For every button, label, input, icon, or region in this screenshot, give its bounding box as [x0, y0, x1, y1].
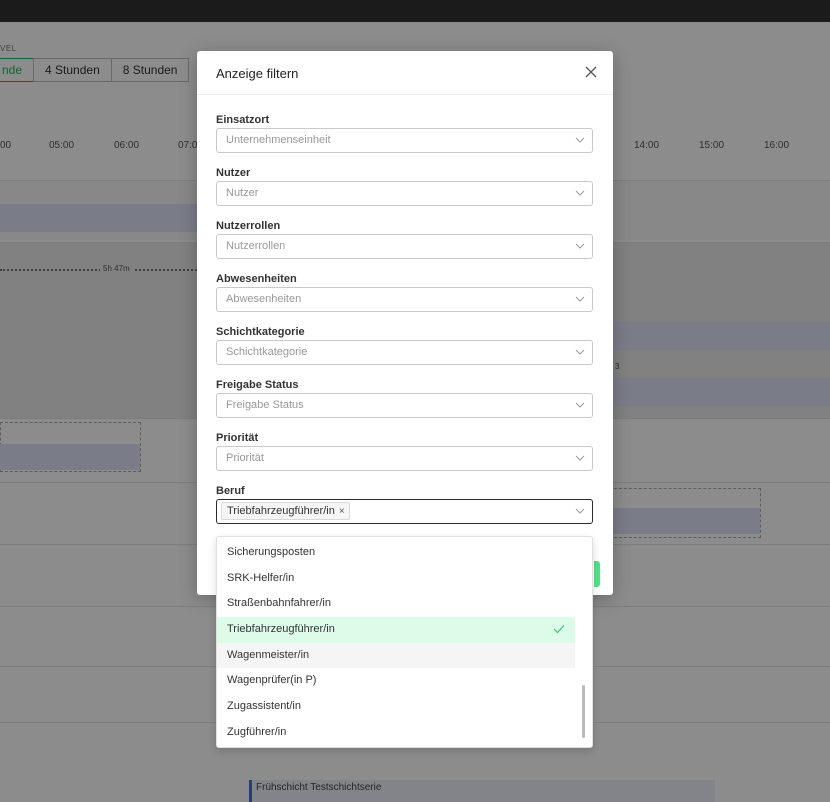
select-placeholder: Unternehmenseinheit	[226, 134, 331, 146]
beruf-select[interactable]: Triebfahrzeugführer/in ×	[216, 499, 593, 524]
field-abwesenheiten: Abwesenheiten Abwesenheiten	[216, 271, 593, 324]
option-wagenmeister[interactable]: Wagenmeister/in	[217, 642, 575, 669]
close-button[interactable]	[583, 64, 599, 80]
check-icon	[553, 625, 565, 634]
abwesenheiten-select[interactable]: Abwesenheiten	[216, 287, 593, 312]
select-placeholder: Freigabe Status	[226, 399, 304, 411]
dropdown-scrollbar[interactable]	[582, 685, 585, 738]
chevron-down-icon	[575, 243, 585, 249]
field-schichtkategorie: Schichtkategorie Schichtkategorie	[216, 324, 593, 377]
select-placeholder: Schichtkategorie	[226, 346, 308, 358]
top-bar	[0, 0, 830, 22]
field-nutzer: Nutzer Nutzer	[216, 165, 593, 218]
field-beruf: Beruf Triebfahrzeugführer/in ×	[216, 483, 593, 536]
option-zugfuehrer[interactable]: Zugführer/in	[217, 720, 575, 746]
field-nutzerrollen: Nutzerrollen Nutzerrollen	[216, 218, 593, 271]
field-label: Beruf	[216, 485, 245, 497]
beruf-dropdown: Sicherungsposten SRK-Helfer/in Straßenba…	[216, 536, 593, 748]
apply-button[interactable]	[594, 561, 600, 587]
chevron-down-icon	[575, 455, 585, 461]
option-srk-helfer[interactable]: SRK-Helfer/in	[217, 566, 575, 592]
field-label: Priorität	[216, 432, 259, 444]
tag-remove-icon[interactable]: ×	[339, 506, 345, 517]
option-zugassistent[interactable]: Zugassistent/in	[217, 694, 575, 720]
option-strassenbahnfahrer[interactable]: Straßenbahnfahrer/in	[217, 591, 575, 617]
nutzer-select[interactable]: Nutzer	[216, 181, 593, 206]
selected-tag: Triebfahrzeugführer/in ×	[221, 502, 350, 520]
tag-label: Triebfahrzeugführer/in	[227, 505, 335, 517]
option-sicherungsposten[interactable]: Sicherungsposten	[217, 540, 575, 566]
einsatzort-select[interactable]: Unternehmenseinheit	[216, 128, 593, 153]
chevron-down-icon	[575, 296, 585, 302]
modal-header: Anzeige filtern	[197, 51, 613, 95]
nutzerrollen-select[interactable]: Nutzerrollen	[216, 234, 593, 259]
field-label: Einsatzort	[216, 114, 270, 126]
select-placeholder: Abwesenheiten	[226, 293, 302, 305]
field-label: Abwesenheiten	[216, 273, 297, 285]
option-wagenpruefer[interactable]: Wagenprüfer(in P)	[217, 668, 575, 694]
field-label: Schichtkategorie	[216, 326, 305, 338]
select-placeholder: Priorität	[226, 452, 264, 464]
field-einsatzort: Einsatzort Unternehmenseinheit	[216, 112, 593, 165]
chevron-down-icon	[575, 190, 585, 196]
schichtkategorie-select[interactable]: Schichtkategorie	[216, 340, 593, 365]
option-triebfahrzeugfuehrer[interactable]: Triebfahrzeugführer/in	[217, 617, 575, 643]
filter-modal: Anzeige filtern Einsatzort Unternehmense…	[197, 51, 613, 595]
chevron-down-icon	[575, 349, 585, 355]
prioritaet-select[interactable]: Priorität	[216, 446, 593, 471]
select-placeholder: Nutzerrollen	[226, 240, 286, 252]
close-icon	[585, 66, 597, 78]
field-prioritaet: Priorität Priorität	[216, 430, 593, 483]
option-list: Sicherungsposten SRK-Helfer/in Straßenba…	[217, 540, 575, 746]
select-placeholder: Nutzer	[226, 187, 259, 199]
field-freigabe-status: Freigabe Status Freigabe Status	[216, 377, 593, 430]
modal-title: Anzeige filtern	[216, 66, 299, 81]
chevron-down-icon	[575, 402, 585, 408]
chevron-down-icon	[575, 508, 585, 514]
filter-form: Einsatzort Unternehmenseinheit Nutzer Nu…	[216, 112, 593, 536]
field-label: Nutzer	[216, 167, 251, 179]
field-label: Nutzerrollen	[216, 220, 281, 232]
field-label: Freigabe Status	[216, 379, 299, 391]
chevron-down-icon	[575, 137, 585, 143]
freigabe-status-select[interactable]: Freigabe Status	[216, 393, 593, 418]
option-label: Triebfahrzeugführer/in	[227, 623, 335, 636]
